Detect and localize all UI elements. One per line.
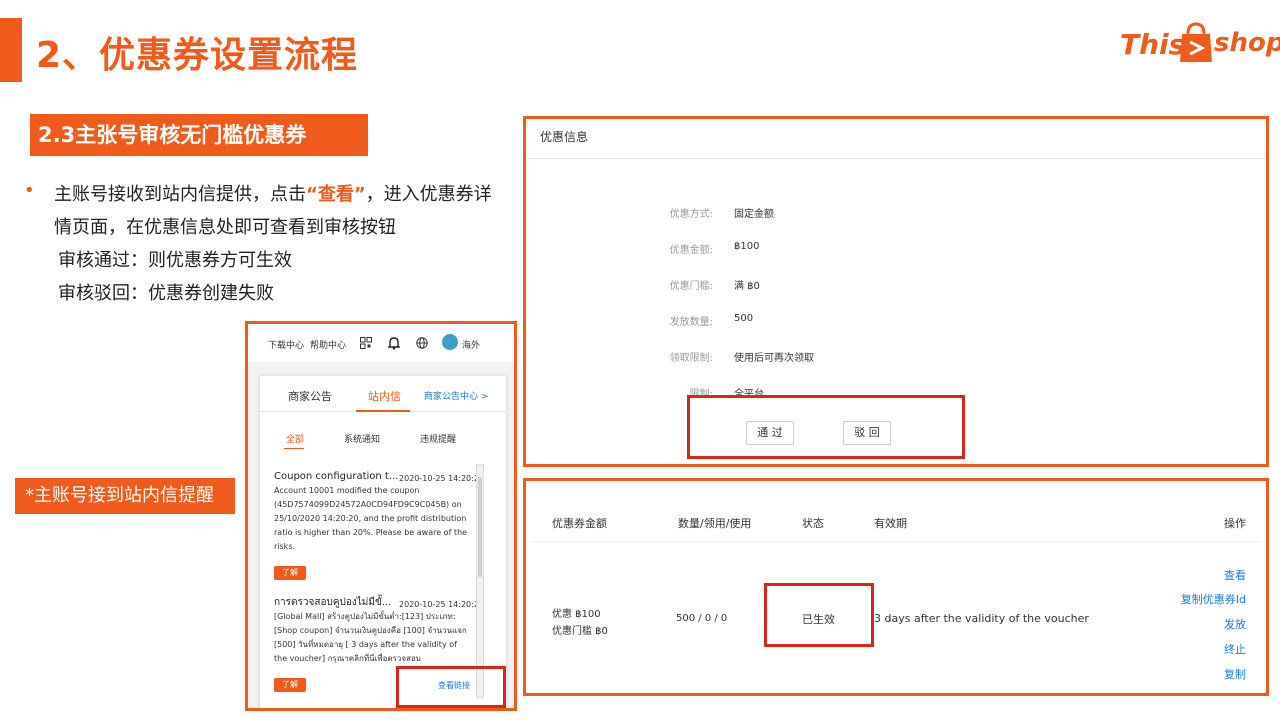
view-link-highlight — [396, 666, 506, 708]
message-item[interactable]: Coupon configuration t... 2020-10-25 14:… — [274, 470, 484, 554]
subtab-active-indicator — [284, 448, 304, 449]
header-amount: 优惠券金额 — [552, 517, 607, 530]
info-label: 优惠门槛: — [669, 281, 713, 292]
download-center-link[interactable]: 下载中心 — [268, 338, 304, 351]
copy-link[interactable]: 复制 — [1224, 666, 1246, 682]
message-date: 2020-10-25 14:20:20 — [399, 474, 484, 483]
scrollbar[interactable] — [476, 464, 484, 698]
bell-icon[interactable] — [388, 336, 400, 350]
tab-announcements[interactable]: 商家公告 — [288, 388, 332, 404]
info-value: ฿100 — [734, 241, 760, 252]
shopping-bag-icon — [1180, 22, 1212, 62]
subtab-system[interactable]: 系统通知 — [344, 432, 380, 445]
note-tag: *主账号接到站内信提醒 — [15, 478, 235, 514]
desc-text: 主账号接收到站内信提供，点击 — [54, 184, 306, 205]
coupon-quantity: 500 / 0 / 0 — [676, 613, 728, 624]
inbox-tabs: 商家公告 站内信 商家公告中心 > — [260, 376, 506, 412]
title-accent-bar — [0, 18, 22, 82]
info-value: 500 — [734, 313, 754, 324]
copy-coupon-id-link[interactable]: 复制优惠券Id — [1181, 591, 1246, 607]
understand-badge[interactable]: 了解 — [274, 678, 306, 692]
coupon-table-panel: 优惠券金额 数量/领用/使用 状态 有效期 操作 优惠 ฿100 优惠门槛 ฿0… — [523, 478, 1269, 696]
understand-badge[interactable]: 了解 — [274, 566, 306, 580]
description: 主账号接收到站内信提供，点击“查看”，进入优惠券详 情页面，在优惠信息处即可查看… — [54, 178, 524, 310]
desc-highlight-view: “查看” — [306, 184, 366, 205]
info-label: 领取限制: — [669, 353, 713, 364]
info-row: 优惠方式: 固定金额 — [526, 205, 1266, 221]
tab-inbox[interactable]: 站内信 — [368, 388, 401, 404]
top-toolbar: 下载中心 帮助中心 海外 — [248, 324, 514, 364]
desc-line-2: 情页面，在优惠信息处即可查看到审核按钮 — [54, 217, 396, 238]
thisshop-logo: This shop — [1120, 16, 1280, 68]
coupon-threshold: 优惠门槛 ฿0 — [552, 626, 608, 637]
info-value: 满 ฿0 — [734, 281, 760, 292]
announcement-center-link[interactable]: 商家公告中心 > — [424, 389, 488, 402]
inbox-subtabs: 全部 系统通知 违规提醒 — [260, 426, 506, 450]
inbox-card: 商家公告 站内信 商家公告中心 > 全部 系统通知 违规提醒 Coupon co… — [260, 376, 506, 708]
message-date: 2020-10-25 14:20:20 — [399, 600, 484, 609]
scrollbar-thumb[interactable] — [478, 477, 482, 577]
desc-line-reject: 审核驳回：优惠券创建失败 — [58, 283, 274, 304]
coupon-amount: 优惠 ฿100 — [552, 609, 601, 620]
header-quantity: 数量/领用/使用 — [678, 517, 752, 530]
info-label: 优惠方式: — [669, 209, 713, 220]
info-value: 使用后可再次领取 — [734, 353, 814, 364]
region-label[interactable]: 海外 — [462, 338, 480, 351]
coupon-info-header: 优惠信息 — [526, 119, 1266, 159]
desc-text: ，进入优惠券详 — [365, 184, 492, 205]
bullet-dot: • — [24, 180, 35, 201]
header-divider — [532, 541, 1260, 542]
view-coupon-link[interactable]: 查看 — [1224, 567, 1246, 583]
message-item[interactable]: การตรวจสอบคูปองไม่มีขั้... 2020-10-25 14… — [274, 596, 484, 666]
header-operations: 操作 — [1224, 517, 1246, 530]
info-label: 优惠金额: — [669, 245, 713, 256]
terminate-link[interactable]: 终止 — [1224, 641, 1246, 657]
help-center-link[interactable]: 帮助中心 — [310, 338, 346, 351]
logo-text-this: This — [1120, 28, 1186, 61]
header-validity: 有效期 — [874, 517, 907, 530]
subtab-all[interactable]: 全部 — [286, 432, 304, 445]
info-label: 发放数量: — [669, 317, 713, 328]
section-heading: 2.3主张号审核无门槛优惠券 — [30, 114, 368, 156]
inbox-screenshot: 下载中心 帮助中心 海外 商家公告 站内信 商家公告中心 > 全部 系统通知 违… — [245, 321, 517, 711]
desc-line-approve: 审核通过：则优惠券方可生效 — [58, 250, 292, 271]
message-body: Account 10001 modified the coupon (45D75… — [274, 486, 468, 551]
info-row: 发放数量: 500 — [526, 313, 1266, 329]
info-row: 领取限制: 使用后可再次领取 — [526, 349, 1266, 365]
coupon-validity: 3 days after the validity of the voucher — [874, 612, 1089, 625]
distribute-link[interactable]: 发放 — [1224, 616, 1246, 632]
info-value: 固定金额 — [734, 209, 774, 220]
action-highlight — [687, 395, 965, 459]
qr-code-icon[interactable] — [360, 337, 372, 349]
message-body: [Global Mall] สร้างคูปองไม่มีขั้นต่ำ:[12… — [274, 612, 467, 663]
info-row: 优惠金额: ฿100 — [526, 241, 1266, 257]
desc-line-1: 主账号接收到站内信提供，点击“查看”，进入优惠券详 — [54, 178, 524, 211]
globe-icon[interactable] — [416, 337, 428, 349]
info-row: 优惠门槛: 满 ฿0 — [526, 277, 1266, 293]
subtab-violation[interactable]: 违规提醒 — [420, 432, 456, 445]
status-highlight — [764, 583, 874, 647]
header-status: 状态 — [802, 517, 824, 530]
avatar[interactable] — [442, 334, 458, 350]
tab-active-indicator — [356, 410, 410, 412]
logo-text-shop: shop — [1214, 28, 1280, 58]
slide-title: 2、优惠券设置流程 — [36, 35, 359, 76]
coupon-info-panel: 优惠信息 优惠方式: 固定金额 优惠金额: ฿100 优惠门槛: 满 ฿0 发放数量:… — [523, 116, 1269, 467]
